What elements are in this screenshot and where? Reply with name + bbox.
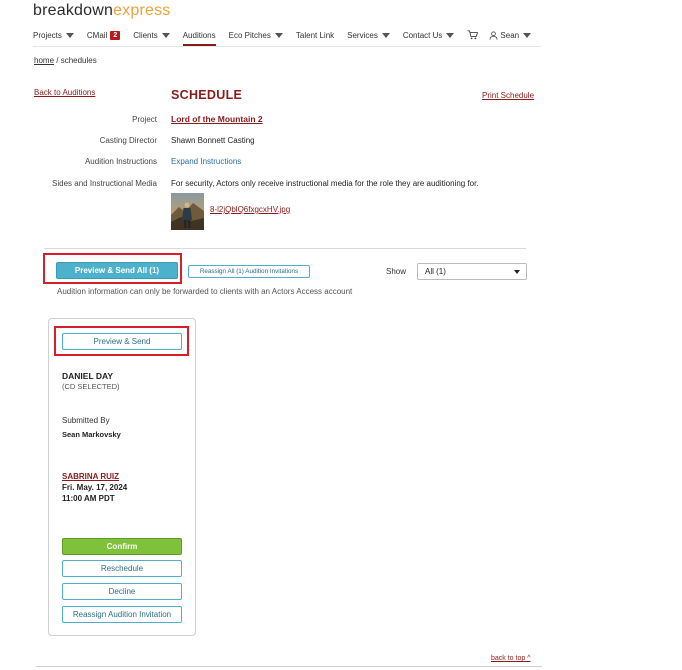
breadcrumb-current: schedules [60,56,97,65]
media-thumbnail-image [171,193,204,230]
nav-projects[interactable]: Projects [33,26,74,44]
confirm-button[interactable]: Confirm [62,538,182,555]
chevron-down-icon [446,32,455,38]
nav-cmail[interactable]: CMail 2 [86,26,121,44]
chevron-down-icon [161,32,170,38]
brand-logo-part2: express [113,2,171,19]
show-filter-value: All (1) [425,267,446,276]
forwarding-note: Audition information can only be forward… [57,287,353,296]
audition-time: 11:00 AM PDT [62,494,115,503]
reassign-all-button[interactable]: Reassign All (1) Audition Invitations [188,265,310,278]
nav-cmail-label: CMail [86,30,108,40]
media-thumbnail[interactable] [171,193,204,230]
chevron-down-icon [274,32,283,38]
nav-services-label: Services [347,30,378,40]
cart-icon [467,30,479,40]
nav-auditions[interactable]: Auditions [182,26,216,46]
nav-contact-us-label: Contact Us [402,30,443,40]
audition-date: Fri. May. 17, 2024 [62,483,128,492]
show-filter-label: Show [386,267,407,276]
main-nav: Projects CMail 2 Clients Auditions Eco Pi… [33,26,544,46]
nav-eco-pitches-label: Eco Pitches [228,30,271,40]
reassign-invitation-button[interactable]: Reassign Audition Invitation [62,606,182,623]
cart-button[interactable] [467,26,479,44]
chevron-down-icon [381,32,390,38]
brand-logo[interactable]: breakdownexpress [33,2,171,20]
user-icon [490,30,498,40]
sides-media-notice: For security, Actors only receive instru… [171,179,479,188]
reschedule-button[interactable]: Reschedule [62,560,182,577]
chevron-down-icon [65,32,74,38]
preview-send-button[interactable]: Preview & Send [62,333,182,350]
casting-director-value: Shawn Bonnett Casting [171,136,255,145]
expand-instructions-link[interactable]: Expand Instructions [171,157,241,166]
actor-status: (CD SELECTED) [62,382,120,391]
project-label: Project [132,115,157,124]
submitted-by-value: Sean Markovsky [62,430,121,439]
nav-clients[interactable]: Clients [133,26,170,44]
nav-projects-label: Projects [33,30,62,40]
nav-contact-us[interactable]: Contact Us [403,26,455,44]
cmail-count-badge: 2 [110,30,121,40]
breadcrumb-separator: / [54,56,61,65]
back-to-top-link[interactable]: back to top ^ [491,655,530,662]
decline-button[interactable]: Decline [62,583,182,600]
nav-eco-pitches[interactable]: Eco Pitches [229,26,283,44]
breadcrumb-home-link[interactable]: home [34,56,54,65]
nav-user-label: Sean [500,30,520,40]
footer-divider [36,666,542,667]
breadcrumb: home / schedules [34,56,97,65]
reader-link[interactable]: SABRINA RUIZ [62,472,119,481]
submitted-by-label: Submitted By [62,416,110,425]
audition-instructions-label: Audition Instructions [84,157,157,166]
nav-services[interactable]: Services [347,26,390,44]
nav-user-menu[interactable]: Sean [489,26,532,44]
sides-media-label: Sides and Instructional Media [52,179,157,188]
media-file-link[interactable]: 8-l2jQblQ6fxgcxHV.jpg [210,205,290,214]
print-schedule-link[interactable]: Print Schedule [482,91,534,100]
section-divider [44,248,526,249]
header-divider [33,46,541,47]
nav-talent-link[interactable]: Talent Link [296,26,334,44]
chevron-down-icon [514,269,520,274]
nav-clients-label: Clients [133,30,158,40]
nav-auditions-label: Auditions [182,30,216,40]
page-title: SCHEDULE [171,88,243,102]
casting-director-label: Casting Director [99,136,157,145]
show-filter-select[interactable]: All (1) [417,263,527,280]
back-to-auditions-link[interactable]: Back to Auditions [34,88,95,97]
chevron-down-icon [523,32,532,38]
project-link[interactable]: Lord of the Mountain 2 [171,114,263,124]
preview-send-all-button[interactable]: Preview & Send All (1) [56,262,178,279]
actor-name: DANIEL DAY [62,371,114,381]
nav-talent-link-label: Talent Link [295,30,335,40]
brand-logo-part1: breakdown [33,2,114,19]
